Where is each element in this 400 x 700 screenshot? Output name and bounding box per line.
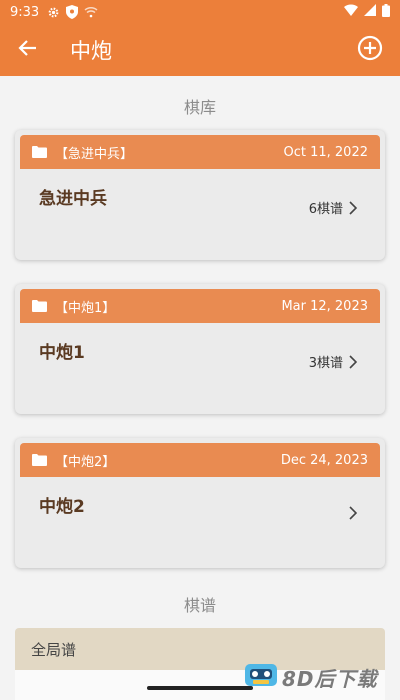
card-count	[343, 506, 357, 520]
chevron-right-icon	[349, 200, 357, 215]
folder-icon	[32, 146, 47, 158]
home-indicator[interactable]	[147, 686, 253, 690]
chevron-right-icon	[349, 506, 357, 520]
card-count: 3棋谱	[309, 352, 357, 371]
watermark: 8D后下载	[244, 662, 378, 692]
card-count: 6棋谱	[309, 198, 357, 217]
page-title: 中炮	[70, 39, 112, 63]
arrow-left-icon	[18, 38, 38, 62]
status-bar: 9:33	[0, 0, 400, 24]
section-title-library: 棋库	[183, 98, 216, 117]
card-count-label: 3棋谱	[308, 356, 343, 371]
battery-icon	[382, 3, 390, 21]
folder-icon	[32, 300, 47, 312]
card-header: 【中炮2】 Dec 24, 2023	[20, 443, 380, 477]
app-bar: 中炮	[0, 24, 400, 76]
status-right-icons	[344, 3, 390, 21]
card-count-label: 6棋谱	[308, 202, 343, 217]
chevron-right-icon	[349, 354, 357, 369]
settings-gear-icon	[47, 6, 60, 19]
library-card[interactable]: 【中炮1】 Mar 12, 2023 中炮1 3棋谱	[15, 284, 385, 414]
card-date: Dec 24, 2023	[280, 452, 368, 468]
folder-icon	[32, 454, 47, 466]
wifi-off-icon	[84, 6, 98, 18]
global-record-label: 全局谱	[31, 640, 77, 659]
wifi-icon	[344, 4, 358, 20]
shield-icon	[66, 5, 79, 19]
card-name: 中炮2	[39, 497, 85, 517]
card-header-label: 【急进中兵】	[55, 146, 134, 162]
status-time: 9:33	[10, 4, 40, 20]
signal-icon	[364, 4, 376, 20]
card-header: 【中炮1】 Mar 12, 2023	[20, 289, 380, 323]
card-header-label: 【中炮2】	[55, 454, 116, 470]
card-name: 急进中兵	[39, 189, 107, 209]
card-date: Oct 11, 2022	[283, 144, 369, 160]
watermark-text: 8D后下载	[282, 666, 378, 691]
plus-circle-icon	[357, 35, 383, 65]
card-date: Mar 12, 2023	[281, 298, 368, 314]
card-header: 【急进中兵】 Oct 11, 2022	[20, 135, 380, 169]
library-card[interactable]: 【中炮2】 Dec 24, 2023 中炮2	[15, 438, 385, 568]
card-name: 中炮1	[39, 343, 85, 363]
library-card[interactable]: 【急进中兵】 Oct 11, 2022 急进中兵 6棋谱	[15, 130, 385, 260]
back-button[interactable]	[8, 30, 48, 70]
add-button[interactable]	[350, 30, 390, 70]
section-title-records: 棋谱	[183, 596, 216, 615]
card-header-label: 【中炮1】	[55, 300, 116, 316]
